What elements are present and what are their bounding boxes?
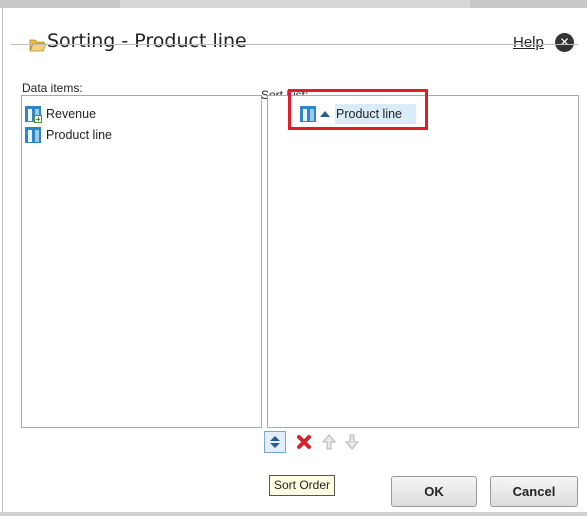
close-icon[interactable]: ✕ — [555, 33, 574, 52]
highlight-box — [288, 89, 428, 130]
data-items-list[interactable] — [21, 95, 262, 428]
measure-icon — [25, 106, 42, 123]
ok-button[interactable]: OK — [391, 476, 477, 507]
list-item-label: Product line — [46, 128, 113, 142]
help-link[interactable]: Help — [513, 34, 544, 51]
list-item[interactable]: Product line — [25, 126, 112, 144]
data-items-label: Data items: — [22, 81, 83, 95]
dialog-title: Sorting - Product line — [47, 30, 247, 52]
move-up-button[interactable] — [318, 431, 340, 453]
top-strip-segment — [0, 0, 120, 8]
window-bottom-edge — [0, 512, 587, 516]
delete-icon — [297, 435, 311, 449]
sort-order-tooltip: Sort Order — [269, 475, 336, 496]
header-divider — [11, 44, 578, 45]
dialog-header: Sorting - Product line Help ✕ — [3, 8, 586, 66]
delete-button[interactable] — [293, 431, 315, 453]
folder-open-icon — [29, 39, 47, 52]
data-item-icon — [25, 127, 41, 143]
window-top-strip — [0, 0, 587, 8]
move-down-button[interactable] — [341, 431, 363, 453]
move-down-icon — [345, 434, 359, 450]
list-item-label: Revenue — [46, 107, 97, 121]
list-item[interactable]: Revenue — [25, 105, 96, 123]
move-up-icon — [322, 434, 336, 450]
cancel-button[interactable]: Cancel — [490, 476, 578, 507]
top-strip-segment — [470, 0, 587, 8]
sort-list[interactable] — [267, 95, 579, 428]
sort-order-icon — [270, 436, 280, 448]
sort-order-button[interactable] — [264, 431, 286, 453]
